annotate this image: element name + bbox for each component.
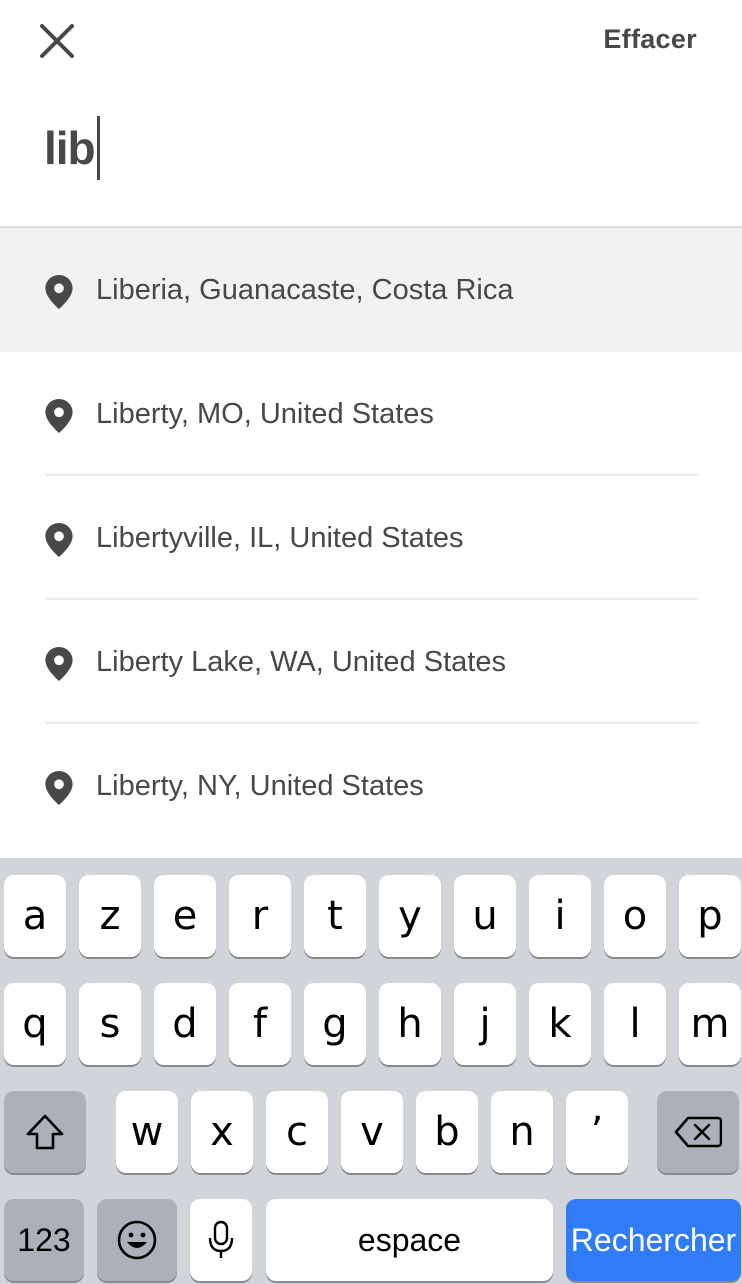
key-t[interactable]: t <box>304 875 366 957</box>
map-pin-icon <box>45 275 73 309</box>
key-w[interactable]: w <box>116 1091 178 1173</box>
emoji-icon <box>117 1220 157 1260</box>
suggestion-item[interactable]: Liberty, NY, United States <box>0 724 742 848</box>
key-h[interactable]: h <box>379 983 441 1065</box>
suggestion-label: Liberty Lake, WA, United States <box>96 646 506 678</box>
map-pin-icon <box>45 523 73 557</box>
key-p[interactable]: p <box>679 875 741 957</box>
backspace-icon <box>674 1116 722 1148</box>
clear-button[interactable]: Effacer <box>603 24 697 55</box>
key-s[interactable]: s <box>79 983 141 1065</box>
key-c[interactable]: c <box>266 1091 328 1173</box>
key-b[interactable]: b <box>416 1091 478 1173</box>
dictation-key[interactable] <box>190 1199 252 1281</box>
key-y[interactable]: y <box>379 875 441 957</box>
key-apostrophe[interactable]: ’ <box>566 1091 628 1173</box>
suggestion-item[interactable]: Liberia, Guanacaste, Costa Rica <box>0 228 742 352</box>
key-k[interactable]: k <box>529 983 591 1065</box>
close-button[interactable] <box>34 18 80 64</box>
map-pin-icon <box>45 647 73 681</box>
map-pin-icon <box>45 399 73 433</box>
suggestion-item[interactable]: Libertyville, IL, United States <box>0 476 742 600</box>
shift-icon <box>26 1114 64 1150</box>
emoji-key[interactable] <box>97 1199 177 1281</box>
text-cursor <box>96 116 100 180</box>
shift-key[interactable] <box>4 1091 86 1173</box>
search-input-value: lib <box>44 122 96 174</box>
key-q[interactable]: q <box>4 983 66 1065</box>
key-u[interactable]: u <box>454 875 516 957</box>
key-m[interactable]: m <box>679 983 741 1065</box>
suggestion-item[interactable]: Liberty, MO, United States <box>0 352 742 476</box>
key-g[interactable]: g <box>304 983 366 1065</box>
suggestion-label: Liberty, NY, United States <box>96 770 424 802</box>
space-key[interactable]: espace <box>266 1199 553 1281</box>
key-o[interactable]: o <box>604 875 666 957</box>
search-header: Effacer lib <box>0 0 742 228</box>
key-l[interactable]: l <box>604 983 666 1065</box>
suggestion-item[interactable]: Liberty Lake, WA, United States <box>0 600 742 724</box>
backspace-key[interactable] <box>657 1091 739 1173</box>
suggestions-list: Liberia, Guanacaste, Costa Rica Liberty,… <box>0 228 742 848</box>
key-z[interactable]: z <box>79 875 141 957</box>
numbers-key[interactable]: 123 <box>4 1199 84 1281</box>
key-n[interactable]: n <box>491 1091 553 1173</box>
key-d[interactable]: d <box>154 983 216 1065</box>
key-x[interactable]: x <box>191 1091 253 1173</box>
search-input[interactable]: lib <box>44 114 100 182</box>
map-pin-icon <box>45 771 73 805</box>
key-j[interactable]: j <box>454 983 516 1065</box>
on-screen-keyboard: a z e r t y u i o p q s d f g h j k l m … <box>0 858 742 1284</box>
microphone-icon <box>208 1220 234 1258</box>
suggestion-label: Liberia, Guanacaste, Costa Rica <box>96 274 514 306</box>
suggestion-label: Libertyville, IL, United States <box>96 522 464 554</box>
suggestion-label: Liberty, MO, United States <box>96 398 434 430</box>
close-icon <box>40 24 74 58</box>
search-return-key[interactable]: Rechercher <box>566 1199 741 1281</box>
key-r[interactable]: r <box>229 875 291 957</box>
key-v[interactable]: v <box>341 1091 403 1173</box>
key-e[interactable]: e <box>154 875 216 957</box>
key-i[interactable]: i <box>529 875 591 957</box>
key-a[interactable]: a <box>4 875 66 957</box>
key-f[interactable]: f <box>229 983 291 1065</box>
